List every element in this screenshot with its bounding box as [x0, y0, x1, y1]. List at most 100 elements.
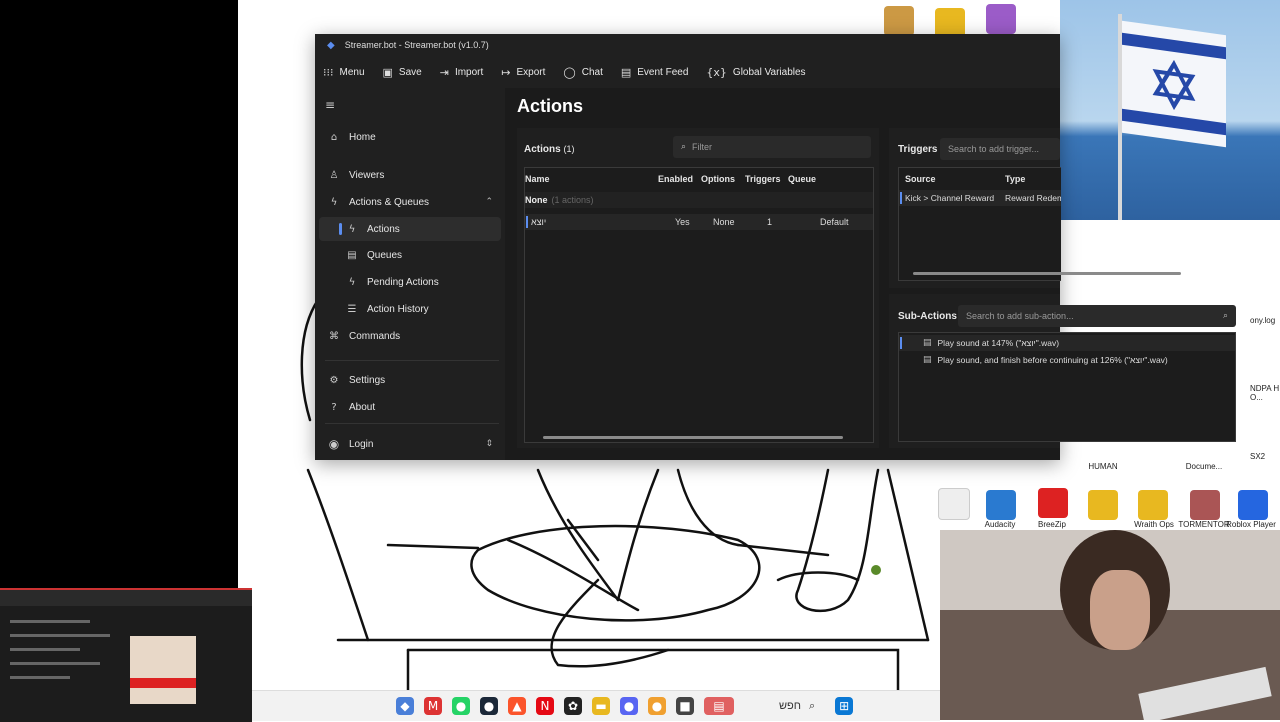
- export-button[interactable]: ↦ Export: [501, 66, 545, 79]
- import-button[interactable]: ⇥ Import: [440, 66, 484, 79]
- chevron-updown-icon: ⇕: [485, 439, 493, 449]
- group-header[interactable]: None (1 actions): [525, 192, 873, 208]
- cell-name: יוצא: [531, 217, 547, 227]
- column-header-enabled[interactable]: Enabled: [658, 174, 693, 184]
- export-label: Export: [516, 66, 546, 78]
- whatsapp-icon[interactable]: ●: [452, 697, 470, 715]
- column-header-name[interactable]: Name: [525, 174, 550, 184]
- sidebar-item-pending-actions[interactable]: ϟ Pending Actions: [319, 270, 501, 294]
- horizontal-scrollbar[interactable]: [543, 436, 843, 439]
- taskbar-search[interactable]: חפש ⌕: [779, 699, 815, 713]
- sidebar-item-commands[interactable]: ⌘ Commands: [319, 324, 501, 348]
- sidebar-item-settings[interactable]: ⚙ Settings: [319, 368, 501, 392]
- login-label: Login: [349, 438, 374, 450]
- app-icon[interactable]: ▤: [704, 697, 734, 715]
- hamburger-icon[interactable]: ≡: [325, 98, 335, 112]
- app-icon[interactable]: ■: [676, 697, 694, 715]
- app-icon[interactable]: ●: [648, 697, 666, 715]
- chat-button[interactable]: ◯ Chat: [563, 66, 602, 79]
- discord-icon[interactable]: ●: [620, 697, 638, 715]
- roblox-icon[interactable]: [1238, 490, 1268, 520]
- bolt-icon: ϟ: [348, 223, 356, 235]
- trigger-search-input[interactable]: Search to add trigger...: [940, 138, 1060, 160]
- subaction-item[interactable]: ▤ Play sound at 147% ("יוצא".wav): [899, 335, 1235, 351]
- table-row[interactable]: יוצא Yes None 1 Default: [525, 214, 873, 230]
- tormentor-icon[interactable]: [1190, 490, 1220, 520]
- toolbar: ⁝⁝⁝ Menu ▣ Save ⇥ Import ↦ Export ◯ Chat ▤ Eve…: [315, 56, 1060, 88]
- desktop-label: Roblox Player: [1226, 520, 1276, 529]
- sidebar-divider: [325, 360, 499, 361]
- sidebar-item-home[interactable]: ⌂ Home: [319, 125, 501, 149]
- steam-icon[interactable]: ●: [480, 697, 498, 715]
- command-icon: ⌘: [329, 330, 339, 342]
- column-header-queue[interactable]: Queue: [788, 174, 816, 184]
- column-header-source[interactable]: Source: [905, 174, 936, 184]
- windows-start-icon[interactable]: ⊞: [835, 697, 854, 715]
- sidebar-item-action-history[interactable]: ☰ Action History: [319, 297, 501, 321]
- mini-browser-thumbnail: [0, 588, 252, 722]
- mini-album-cover: [130, 636, 196, 704]
- grid-icon: ⁝⁝⁝: [323, 65, 334, 79]
- cell-type: Reward Redem: [1005, 193, 1061, 203]
- webcam-overlay: [940, 530, 1280, 720]
- sidebar-item-label: Settings: [349, 374, 386, 386]
- sidebar-item-queues[interactable]: ▤ Queues: [319, 243, 501, 267]
- brave-icon[interactable]: ▲: [508, 697, 526, 715]
- desktop-label: HUMAN: [1088, 462, 1118, 471]
- question-icon: ?: [331, 401, 337, 413]
- streamerbot-logo-icon: ◆: [327, 39, 335, 51]
- account-icon: ◉: [328, 437, 340, 451]
- star-of-david-icon: [1152, 59, 1196, 111]
- subaction-item[interactable]: ▤ Play sound, and finish before continui…: [899, 352, 1235, 368]
- file-explorer-icon[interactable]: ▬: [592, 697, 610, 715]
- search-icon: ⌕: [808, 699, 816, 712]
- menu-button[interactable]: ⁝⁝⁝ Menu: [323, 66, 365, 79]
- column-header-triggers[interactable]: Triggers: [745, 174, 781, 184]
- sidebar-item-actions-queues[interactable]: ϟ Actions & Queues ⌃: [319, 190, 501, 214]
- actions-table: Name Enabled Options Triggers Queue None…: [524, 167, 874, 443]
- netflix-icon[interactable]: N: [536, 697, 554, 715]
- login-button[interactable]: ◉ Login ⇕: [319, 432, 501, 456]
- subaction-search-placeholder: Search to add sub-action...: [966, 311, 1074, 321]
- sidebar-item-actions[interactable]: ϟ Actions: [319, 217, 501, 241]
- column-header-type[interactable]: Type: [1005, 174, 1025, 184]
- subactions-list: ▤ Play sound at 147% ("יוצא".wav) ▤ Play…: [898, 332, 1236, 442]
- subaction-search-input[interactable]: Search to add sub-action... ⌕: [958, 305, 1236, 327]
- chat-icon: ◯: [563, 65, 576, 79]
- save-icon: ▣: [382, 65, 393, 79]
- mini-text-line: [10, 662, 100, 665]
- column-header-options[interactable]: Options: [701, 174, 735, 184]
- search-label: חפש: [779, 700, 801, 712]
- game-app-icon[interactable]: [986, 4, 1016, 34]
- taskbar: ◆ M ● ● ▲ N ✿ ▬ ● ● ■ ▤ חפש ⌕ ⊞: [252, 690, 940, 721]
- sidebar-item-viewers[interactable]: ♙ Viewers: [319, 163, 501, 187]
- event-feed-button[interactable]: ▤ Event Feed: [621, 66, 689, 79]
- breezip-icon[interactable]: [1038, 488, 1068, 518]
- file-icon[interactable]: [938, 488, 970, 520]
- streamerbot-taskbar-icon[interactable]: ◆: [396, 697, 414, 715]
- cell-triggers: 1: [767, 217, 773, 227]
- sidebar-item-label: Queues: [367, 249, 403, 261]
- group-name: None (1 actions): [525, 195, 594, 205]
- mini-text-line: [10, 676, 70, 679]
- filter-input[interactable]: ⌕ Filter: [673, 136, 871, 158]
- global-variables-label: Global Variables: [732, 66, 806, 78]
- folder-icon[interactable]: [1138, 490, 1168, 520]
- import-label: Import: [454, 66, 484, 78]
- subaction-label: Play sound, and finish before continuing…: [937, 355, 1168, 365]
- mini-cover-band: [130, 678, 196, 688]
- global-variables-button[interactable]: {x} Global Variables: [706, 66, 805, 79]
- save-button[interactable]: ▣ Save: [383, 66, 422, 79]
- actions-title-text: Actions: [524, 144, 561, 155]
- trigger-row[interactable]: Kick > Channel Reward Reward Redem: [899, 190, 1061, 206]
- page-title: Actions: [517, 96, 584, 116]
- parcel-app-icon[interactable]: [884, 6, 914, 36]
- desktop-label: BreeZip: [1037, 520, 1066, 529]
- mega-icon[interactable]: M: [424, 697, 442, 715]
- horizontal-scrollbar[interactable]: [913, 272, 1181, 275]
- audacity-icon[interactable]: [986, 490, 1016, 520]
- chatgpt-icon[interactable]: ✿: [564, 697, 582, 715]
- pending-bolt-icon: ϟ: [348, 276, 356, 288]
- folder-icon[interactable]: [1088, 490, 1118, 520]
- sidebar-item-about[interactable]: ? About: [319, 395, 501, 419]
